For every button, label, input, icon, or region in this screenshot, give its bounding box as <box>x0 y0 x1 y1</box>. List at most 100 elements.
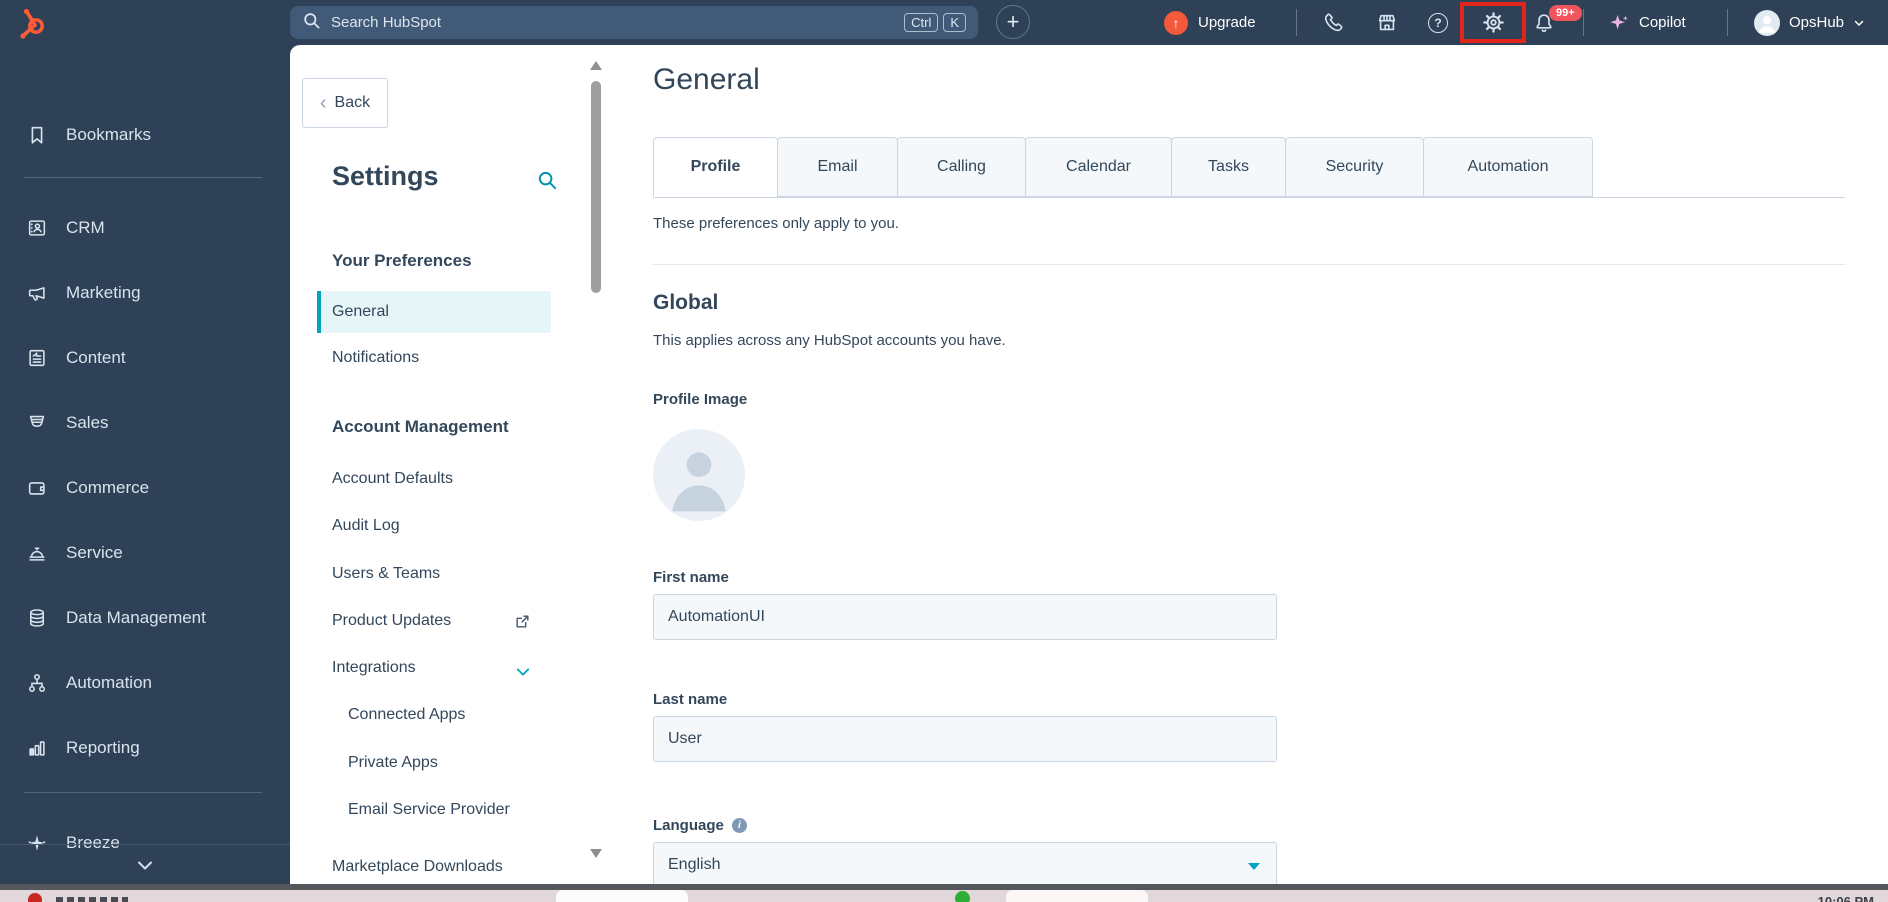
background-window-text-sliver <box>56 897 128 902</box>
tab-tasks[interactable]: Tasks <box>1171 137 1286 197</box>
marketplace-button[interactable] <box>1369 0 1405 45</box>
background-window-box <box>556 890 688 902</box>
document-icon <box>26 347 48 369</box>
copilot-button[interactable]: Copilot <box>1608 0 1686 45</box>
annotation-highlight-box <box>1460 2 1526 43</box>
global-heading: Global <box>653 291 718 315</box>
wallet-icon <box>26 477 48 499</box>
settings-nav-item-users-teams[interactable]: Users & Teams <box>332 565 440 583</box>
sidebar-divider <box>24 792 262 793</box>
tab-calling[interactable]: Calling <box>897 137 1026 197</box>
scrollbar-up-arrow[interactable] <box>590 61 602 70</box>
settings-nav-item-marketplace-downloads[interactable]: Marketplace Downloads <box>332 858 503 876</box>
section-heading-account-management: Account Management <box>332 417 509 437</box>
sidebar-collapse-button[interactable] <box>0 844 290 884</box>
calling-button[interactable] <box>1315 0 1351 45</box>
bookmark-icon <box>26 124 48 146</box>
sidebar-item-data-management[interactable]: Data Management <box>26 604 206 632</box>
settings-nav-item-private-apps[interactable]: Private Apps <box>348 754 438 772</box>
upgrade-button[interactable]: ↑ Upgrade <box>1164 0 1256 45</box>
database-icon <box>26 607 48 629</box>
last-name-label: Last name <box>653 691 727 708</box>
tab-profile[interactable]: Profile <box>653 137 778 197</box>
upgrade-label: Upgrade <box>1198 14 1256 31</box>
megaphone-icon <box>26 282 48 304</box>
sidebar-divider <box>24 177 262 178</box>
settings-nav-item-integrations[interactable]: Integrations <box>332 659 416 677</box>
sparkle-icon <box>1608 12 1630 34</box>
background-window-green-dot <box>955 891 970 902</box>
preferences-note: These preferences only apply to you. <box>653 215 899 232</box>
scrollbar-down-arrow[interactable] <box>590 849 602 858</box>
profile-image-label: Profile Image <box>653 391 747 408</box>
sidebar-item-crm[interactable]: CRM <box>26 214 105 242</box>
contact-card-icon <box>26 217 48 239</box>
search-input[interactable]: Search HubSpot Ctrl K <box>290 6 978 39</box>
first-name-label: First name <box>653 569 729 586</box>
service-bell-icon <box>26 542 48 564</box>
tab-automation[interactable]: Automation <box>1423 137 1593 197</box>
avatar <box>1754 10 1780 36</box>
section-divider <box>653 264 1845 265</box>
dropdown-caret-icon <box>1248 863 1260 870</box>
language-label: Language i <box>653 817 747 834</box>
shortcut-key-ctrl: Ctrl <box>904 13 938 32</box>
person-icon <box>653 429 745 521</box>
back-button[interactable]: ‹ Back <box>302 78 388 128</box>
first-name-input[interactable]: AutomationUI <box>653 594 1277 640</box>
phone-icon <box>1322 12 1344 34</box>
sidebar-item-reporting[interactable]: Reporting <box>26 734 140 762</box>
settings-title: Settings <box>332 161 439 192</box>
sidebar-item-sales[interactable]: Sales <box>26 409 109 437</box>
sidebar-item-content[interactable]: Content <box>26 344 126 372</box>
question-icon: ? <box>1428 13 1448 33</box>
background-window-strip: 10:06 PM <box>0 890 1888 902</box>
section-heading-your-preferences: Your Preferences <box>332 251 472 271</box>
tab-email[interactable]: Email <box>777 137 898 197</box>
org-chart-icon <box>26 672 48 694</box>
profile-image-placeholder[interactable] <box>653 429 745 521</box>
settings-nav-item-product-updates[interactable]: Product Updates <box>332 612 451 630</box>
chevron-down-icon <box>1853 17 1865 29</box>
last-name-input[interactable]: User <box>653 716 1277 762</box>
page-title: General <box>653 63 760 97</box>
settings-nav-item-audit-log[interactable]: Audit Log <box>332 517 400 535</box>
settings-nav-item-notifications[interactable]: Notifications <box>332 349 419 367</box>
topbar-divider <box>1583 9 1584 36</box>
settings-nav-item-email-service-provider[interactable]: Email Service Provider <box>348 801 510 819</box>
topbar-divider <box>1296 9 1297 36</box>
copilot-label: Copilot <box>1639 14 1686 31</box>
chevron-down-icon <box>133 853 157 877</box>
top-navigation-bar: Search HubSpot Ctrl K + ↑ Upgrade ? <box>0 0 1888 45</box>
settings-nav-item-account-defaults[interactable]: Account Defaults <box>332 470 453 488</box>
settings-search-icon[interactable] <box>536 169 558 196</box>
hubspot-logo-icon[interactable] <box>16 7 48 39</box>
settings-content: General Profile Email Calling Calendar T… <box>620 45 1888 884</box>
back-chevron-icon: ‹ <box>320 93 327 113</box>
sidebar-item-marketing[interactable]: Marketing <box>26 279 141 307</box>
help-button[interactable]: ? <box>1420 0 1456 45</box>
info-icon[interactable]: i <box>732 818 747 833</box>
tab-security[interactable]: Security <box>1285 137 1424 197</box>
background-window-red-icon <box>28 893 42 902</box>
tab-calendar[interactable]: Calendar <box>1025 137 1172 197</box>
account-menu[interactable]: OpsHub <box>1754 0 1865 45</box>
notification-count-badge: 99+ <box>1549 5 1582 21</box>
search-icon <box>302 11 321 35</box>
create-button[interactable]: + <box>996 5 1030 39</box>
language-select[interactable]: English <box>653 842 1277 888</box>
scrollbar-thumb[interactable] <box>591 81 601 293</box>
sidebar-item-bookmarks[interactable]: Bookmarks <box>26 121 151 149</box>
settings-tabs: Profile Email Calling Calendar Tasks Sec… <box>653 137 1845 198</box>
settings-nav-item-connected-apps[interactable]: Connected Apps <box>348 706 465 724</box>
chevron-down-icon[interactable] <box>514 663 532 686</box>
sidebar-item-commerce[interactable]: Commerce <box>26 474 149 502</box>
settings-nav-item-general[interactable]: General <box>317 291 551 333</box>
sidebar-item-automation[interactable]: Automation <box>26 669 152 697</box>
global-description: This applies across any HubSpot accounts… <box>653 332 1006 349</box>
external-link-icon <box>514 613 531 635</box>
taskbar-clock-partial: 10:06 PM <box>1818 894 1874 902</box>
storefront-icon <box>1376 12 1398 34</box>
sidebar-item-service[interactable]: Service <box>26 539 123 567</box>
upgrade-arrow-icon: ↑ <box>1164 11 1188 35</box>
